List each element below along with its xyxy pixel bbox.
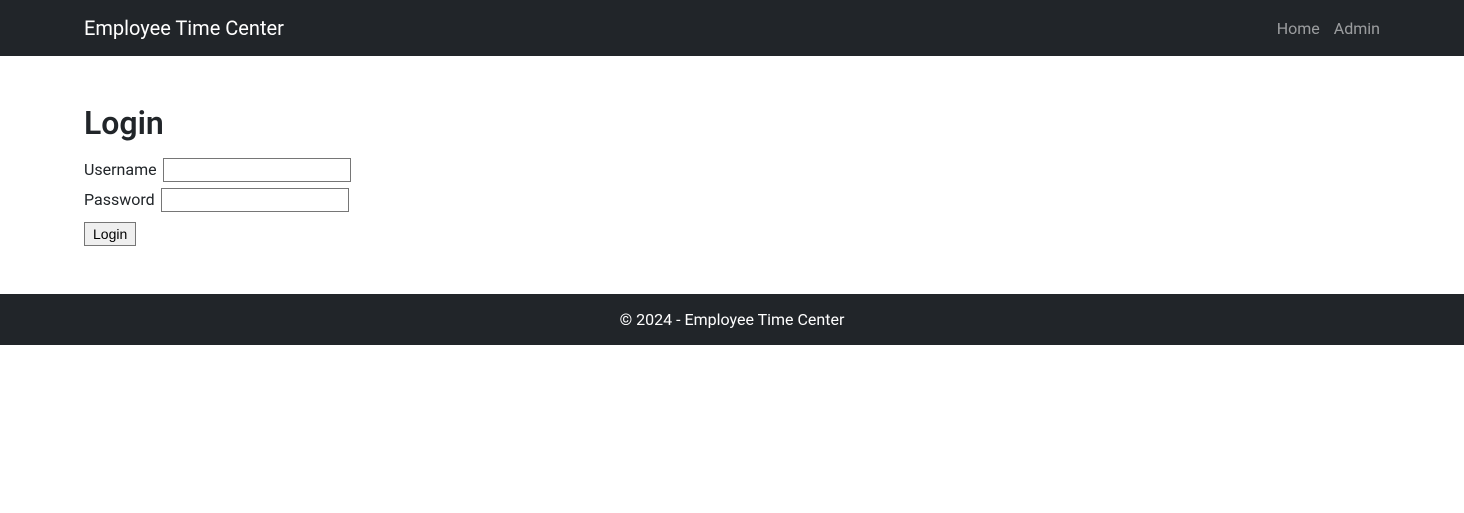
nav-item: Admin [1334, 19, 1380, 38]
footer-text: © 2024 - Employee Time Center [620, 310, 845, 329]
navbar-nav: Home Admin [1277, 19, 1380, 38]
password-row: Password [84, 188, 1380, 212]
navbar-brand[interactable]: Employee Time Center [84, 12, 284, 44]
password-input[interactable] [161, 188, 349, 212]
username-label: Username [84, 160, 157, 179]
login-button[interactable]: Login [84, 222, 136, 246]
nav-link-admin[interactable]: Admin [1334, 19, 1380, 38]
nav-item: Home [1277, 19, 1320, 38]
main-content: Login Username Password Login [72, 56, 1392, 294]
login-form: Username Password Login [84, 158, 1380, 246]
username-row: Username [84, 158, 1380, 182]
page-title: Login [84, 104, 1380, 142]
username-input[interactable] [163, 158, 351, 182]
navbar-container: Employee Time Center Home Admin [72, 12, 1392, 44]
navbar: Employee Time Center Home Admin [0, 0, 1464, 56]
footer: © 2024 - Employee Time Center [0, 294, 1464, 345]
password-label: Password [84, 190, 155, 209]
nav-link-home[interactable]: Home [1277, 19, 1320, 38]
